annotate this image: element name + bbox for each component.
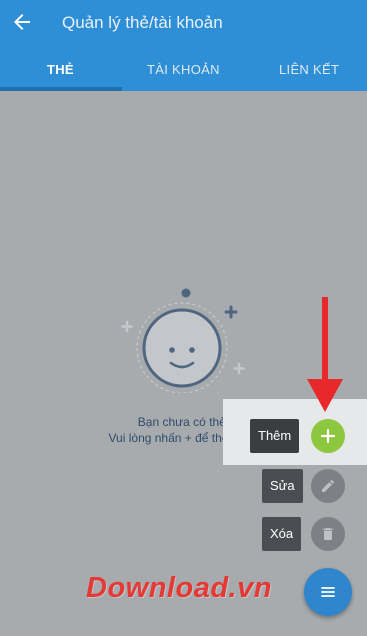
edit-button[interactable] (311, 469, 345, 503)
plus-icon (320, 428, 336, 444)
tab-links[interactable]: LIÊN KẾT (279, 62, 339, 77)
delete-button[interactable] (311, 517, 345, 551)
menu-icon (321, 587, 335, 597)
add-button[interactable] (311, 419, 345, 453)
tab-accounts[interactable]: TÀI KHOẢN (147, 62, 220, 77)
red-arrow-annotation (307, 297, 343, 412)
back-arrow-icon[interactable] (10, 10, 34, 34)
tab-cards[interactable]: THẺ (47, 62, 74, 77)
menu-fab-button[interactable] (304, 568, 352, 616)
edit-label[interactable]: Sửa (262, 469, 303, 503)
pencil-icon (322, 479, 334, 492)
delete-label[interactable]: Xóa (262, 517, 302, 551)
empty-smiley-illustration (121, 288, 245, 393)
app-bar: Quản lý thẻ/tài khoản THẺ TÀI KHOẢN LIÊN… (0, 0, 367, 91)
download-vn-watermark: Download.vn (86, 572, 272, 604)
trash-icon (323, 528, 333, 540)
add-label[interactable]: Thêm (250, 419, 300, 453)
page-title: Quản lý thẻ/tài khoản (62, 13, 223, 32)
